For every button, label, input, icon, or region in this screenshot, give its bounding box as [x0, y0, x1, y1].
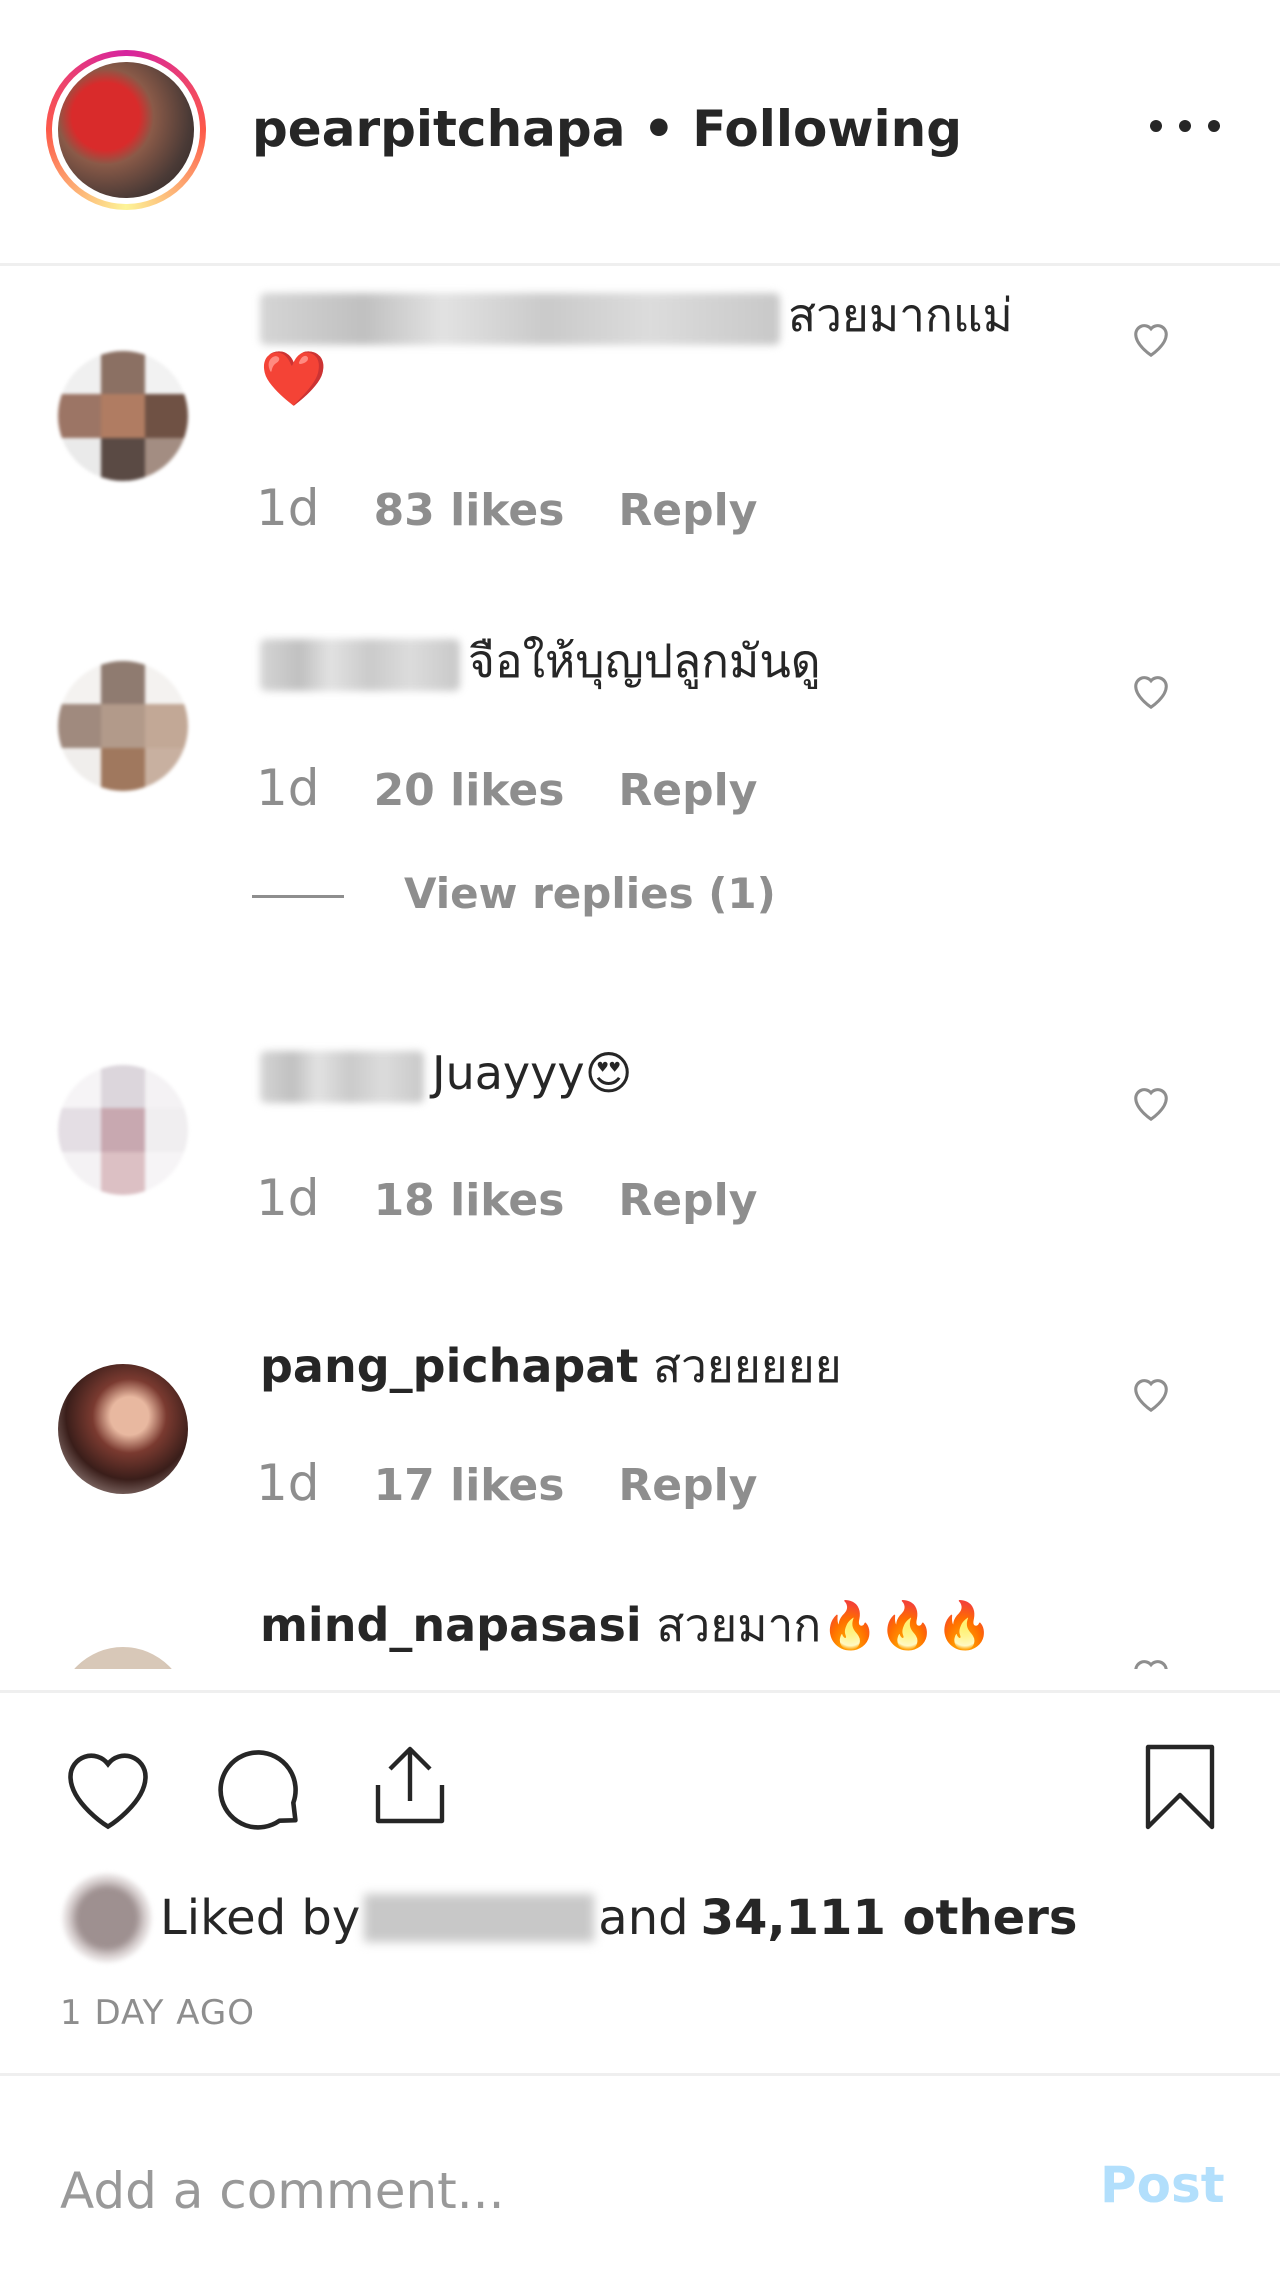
commenter-username-redacted[interactable] — [260, 638, 460, 691]
header-title: pearpitchapa • Following — [252, 100, 962, 158]
comment-body: Juayyy😍 — [432, 1046, 633, 1100]
comment-meta: 1d 18 likes Reply — [256, 1169, 811, 1227]
reply-button[interactable]: Reply — [618, 1460, 757, 1511]
comment-text: mind_napasasi สวยมาก🔥🔥🔥 — [260, 1593, 1060, 1657]
reply-button[interactable]: Reply — [618, 485, 757, 536]
share-icon[interactable] — [362, 1735, 458, 1835]
liked-and-label: and — [598, 1890, 689, 1946]
bookmark-icon[interactable] — [1140, 1737, 1220, 1837]
post-actions: Liked by and 34,111 others 1 DAY AGO — [0, 1690, 1280, 2070]
header-separator: • — [625, 100, 693, 158]
commenter-avatar[interactable] — [58, 351, 188, 481]
comment-likes[interactable]: 17 likes — [374, 1460, 565, 1511]
likes-count-link[interactable]: 34,111 others — [701, 1890, 1078, 1946]
commenter-avatar[interactable] — [58, 1364, 188, 1494]
commenter-avatar[interactable] — [58, 1065, 188, 1195]
liker-username-redacted[interactable] — [364, 1894, 595, 1942]
comment-icon[interactable] — [210, 1739, 310, 1839]
view-replies-line — [252, 895, 344, 898]
comment-body: สวยมาก🔥🔥🔥 — [656, 1598, 994, 1652]
comment-age: 1d — [256, 479, 320, 537]
liked-by-label: Liked by — [160, 1890, 361, 1946]
comment-text: Juayyy😍 — [260, 1041, 1060, 1105]
like-comment-icon[interactable] — [1128, 317, 1174, 359]
likes-summary: Liked by and 34,111 others — [62, 1873, 1077, 1963]
commenter-username[interactable]: pang_pichapat — [260, 1339, 638, 1393]
comment-age: 1d — [256, 759, 320, 817]
commenter-avatar[interactable] — [58, 1647, 188, 1669]
like-comment-icon[interactable] — [1128, 1653, 1174, 1669]
comment-meta: 1d 20 likes Reply — [256, 759, 811, 817]
commenter-avatar[interactable] — [58, 661, 188, 791]
header-username[interactable]: pearpitchapa — [252, 100, 625, 158]
follow-status-button[interactable]: Following — [692, 100, 962, 158]
comment-meta: 1d 83 likes Reply — [256, 479, 811, 537]
reply-button[interactable]: Reply — [618, 1175, 757, 1226]
post-header: pearpitchapa • Following — [0, 0, 1280, 266]
like-comment-icon[interactable] — [1128, 1372, 1174, 1414]
commenter-username[interactable]: mind_napasasi — [260, 1598, 642, 1652]
commenter-username-redacted[interactable] — [260, 292, 780, 345]
comment-text: จือให้บุญปลูกมันดู — [260, 629, 1060, 693]
comment-body: สวยมากแม่ — [788, 288, 1013, 342]
comment-text: สวยมากแม่ ❤️ — [260, 283, 1060, 413]
comment-age: 1d — [256, 1454, 320, 1512]
comment-meta: 1d 17 likes Reply — [256, 1454, 811, 1512]
like-comment-icon[interactable] — [1128, 1081, 1174, 1123]
comment-input[interactable] — [60, 2156, 1040, 2226]
add-comment-bar: Post — [0, 2073, 1280, 2288]
comment-likes[interactable]: 20 likes — [374, 765, 565, 816]
view-replies-label: View replies (1) — [404, 869, 776, 918]
comment-likes[interactable]: 18 likes — [374, 1175, 565, 1226]
heart-icon[interactable] — [58, 1741, 158, 1833]
more-options-icon[interactable] — [1150, 96, 1220, 156]
comment-likes[interactable]: 83 likes — [374, 485, 565, 536]
comment-age: 1d — [256, 1169, 320, 1227]
like-comment-icon[interactable] — [1128, 669, 1174, 711]
post-timestamp[interactable]: 1 DAY AGO — [60, 1993, 255, 2033]
profile-avatar[interactable] — [46, 50, 206, 210]
comments-list: สวยมากแม่ ❤️ 1d 83 likes Reply จือให้บุญปล… — [0, 269, 1280, 1669]
commenter-username-redacted[interactable] — [260, 1050, 424, 1103]
liker-avatar[interactable] — [62, 1873, 152, 1963]
reply-button[interactable]: Reply — [618, 765, 757, 816]
comment-body: จือให้บุญปลูกมันดู — [468, 634, 821, 688]
post-button[interactable]: Post — [1100, 2156, 1225, 2214]
view-replies-button[interactable]: View replies (1) — [252, 869, 776, 918]
heart-emoji: ❤️ — [260, 347, 328, 410]
comment-body: สวยยยยย — [652, 1339, 842, 1393]
comment-text: pang_pichapat สวยยยยย — [260, 1334, 1060, 1398]
